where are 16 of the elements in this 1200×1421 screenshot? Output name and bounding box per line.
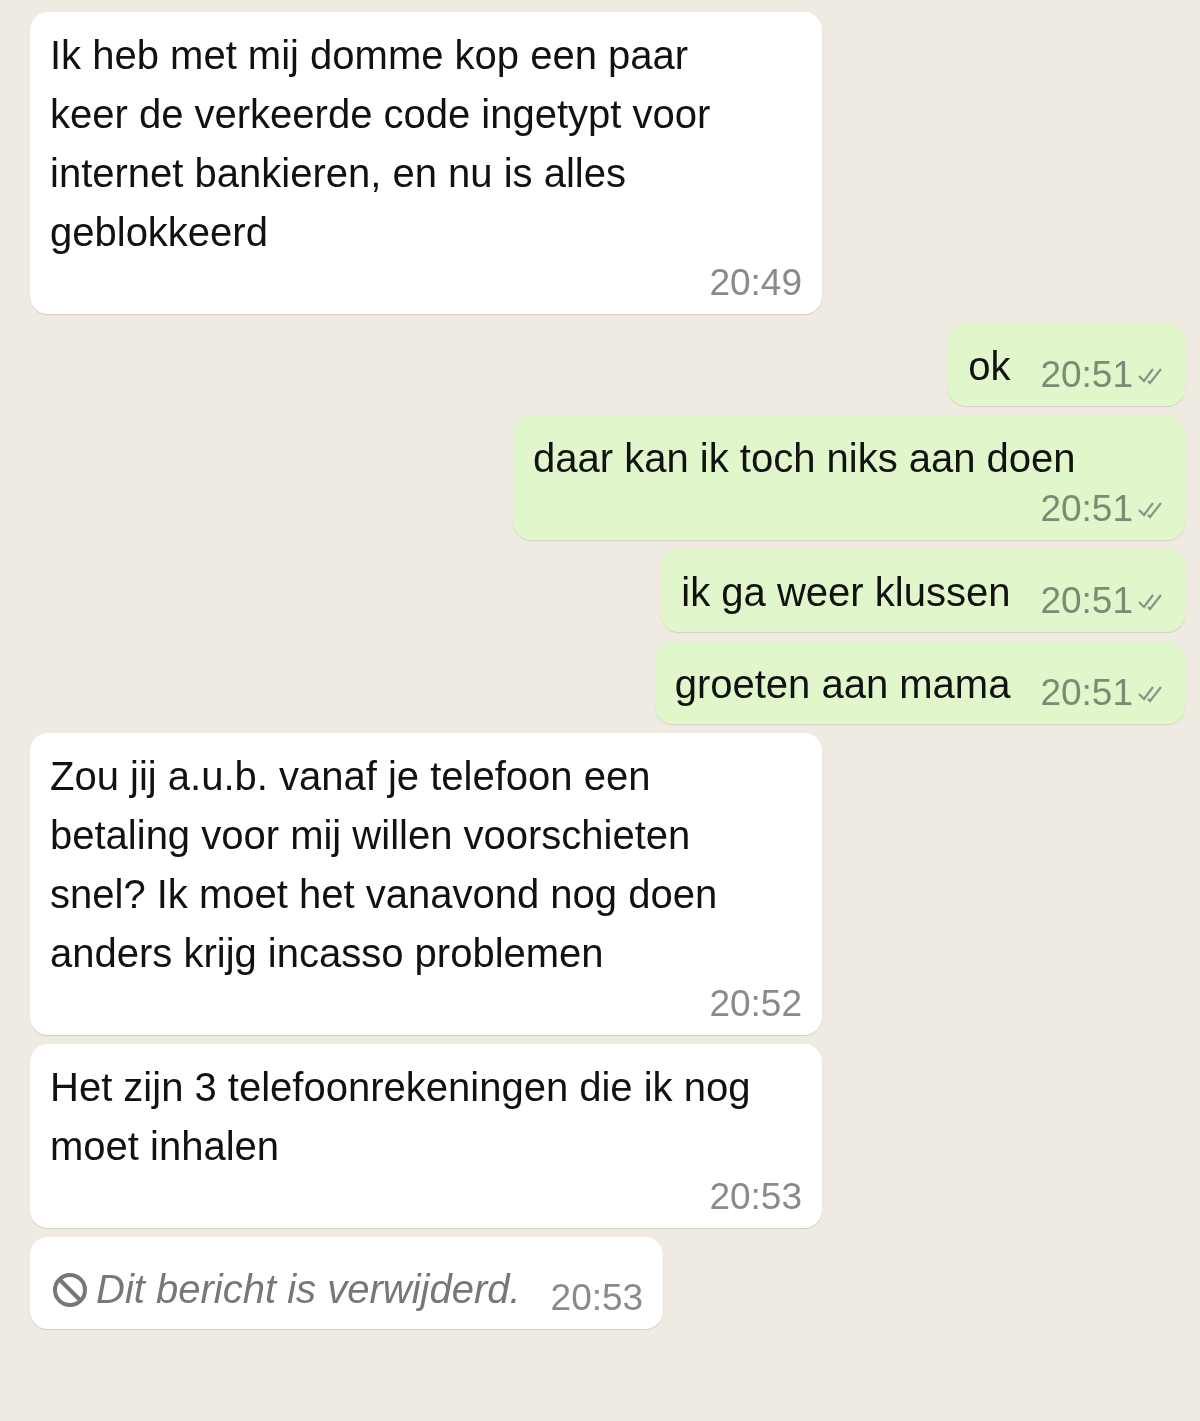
message-text: Zou jij a.u.b. vanaf je telefoon een betaling voor mij willen voorschieten snel? Ik moet het vanavond nog doen anders krijg incasso problemen (50, 753, 719, 977)
message-time: 20:51 (1040, 672, 1133, 714)
message-text: Dit bericht is verwijderd. (96, 1266, 521, 1313)
message-time: 20:53 (709, 1176, 802, 1218)
message-text: groeten aan mama (674, 661, 1011, 708)
message-time: 20:49 (709, 262, 802, 304)
message-time: 20:53 (550, 1277, 644, 1319)
message-text: Het zijn 3 telefoonrekeningen die ik nog moet inhalen (50, 1064, 752, 1170)
message-time: 20:51 (1040, 354, 1133, 396)
message-text: Ik heb met mij domme kop een paar keer de verkeerde code ingetypt voor internet bankieren, en nu is alles geblokkeerd (50, 32, 712, 256)
message-text: ik ga weer klussen (681, 569, 1011, 616)
message-text: daar kan ik toch niks aan doen (533, 435, 1076, 482)
message-time: 20:51 (1040, 488, 1133, 530)
message-time: 20:52 (709, 983, 802, 1025)
message-time: 20:51 (1040, 580, 1133, 622)
message-text: ok (968, 343, 1011, 390)
